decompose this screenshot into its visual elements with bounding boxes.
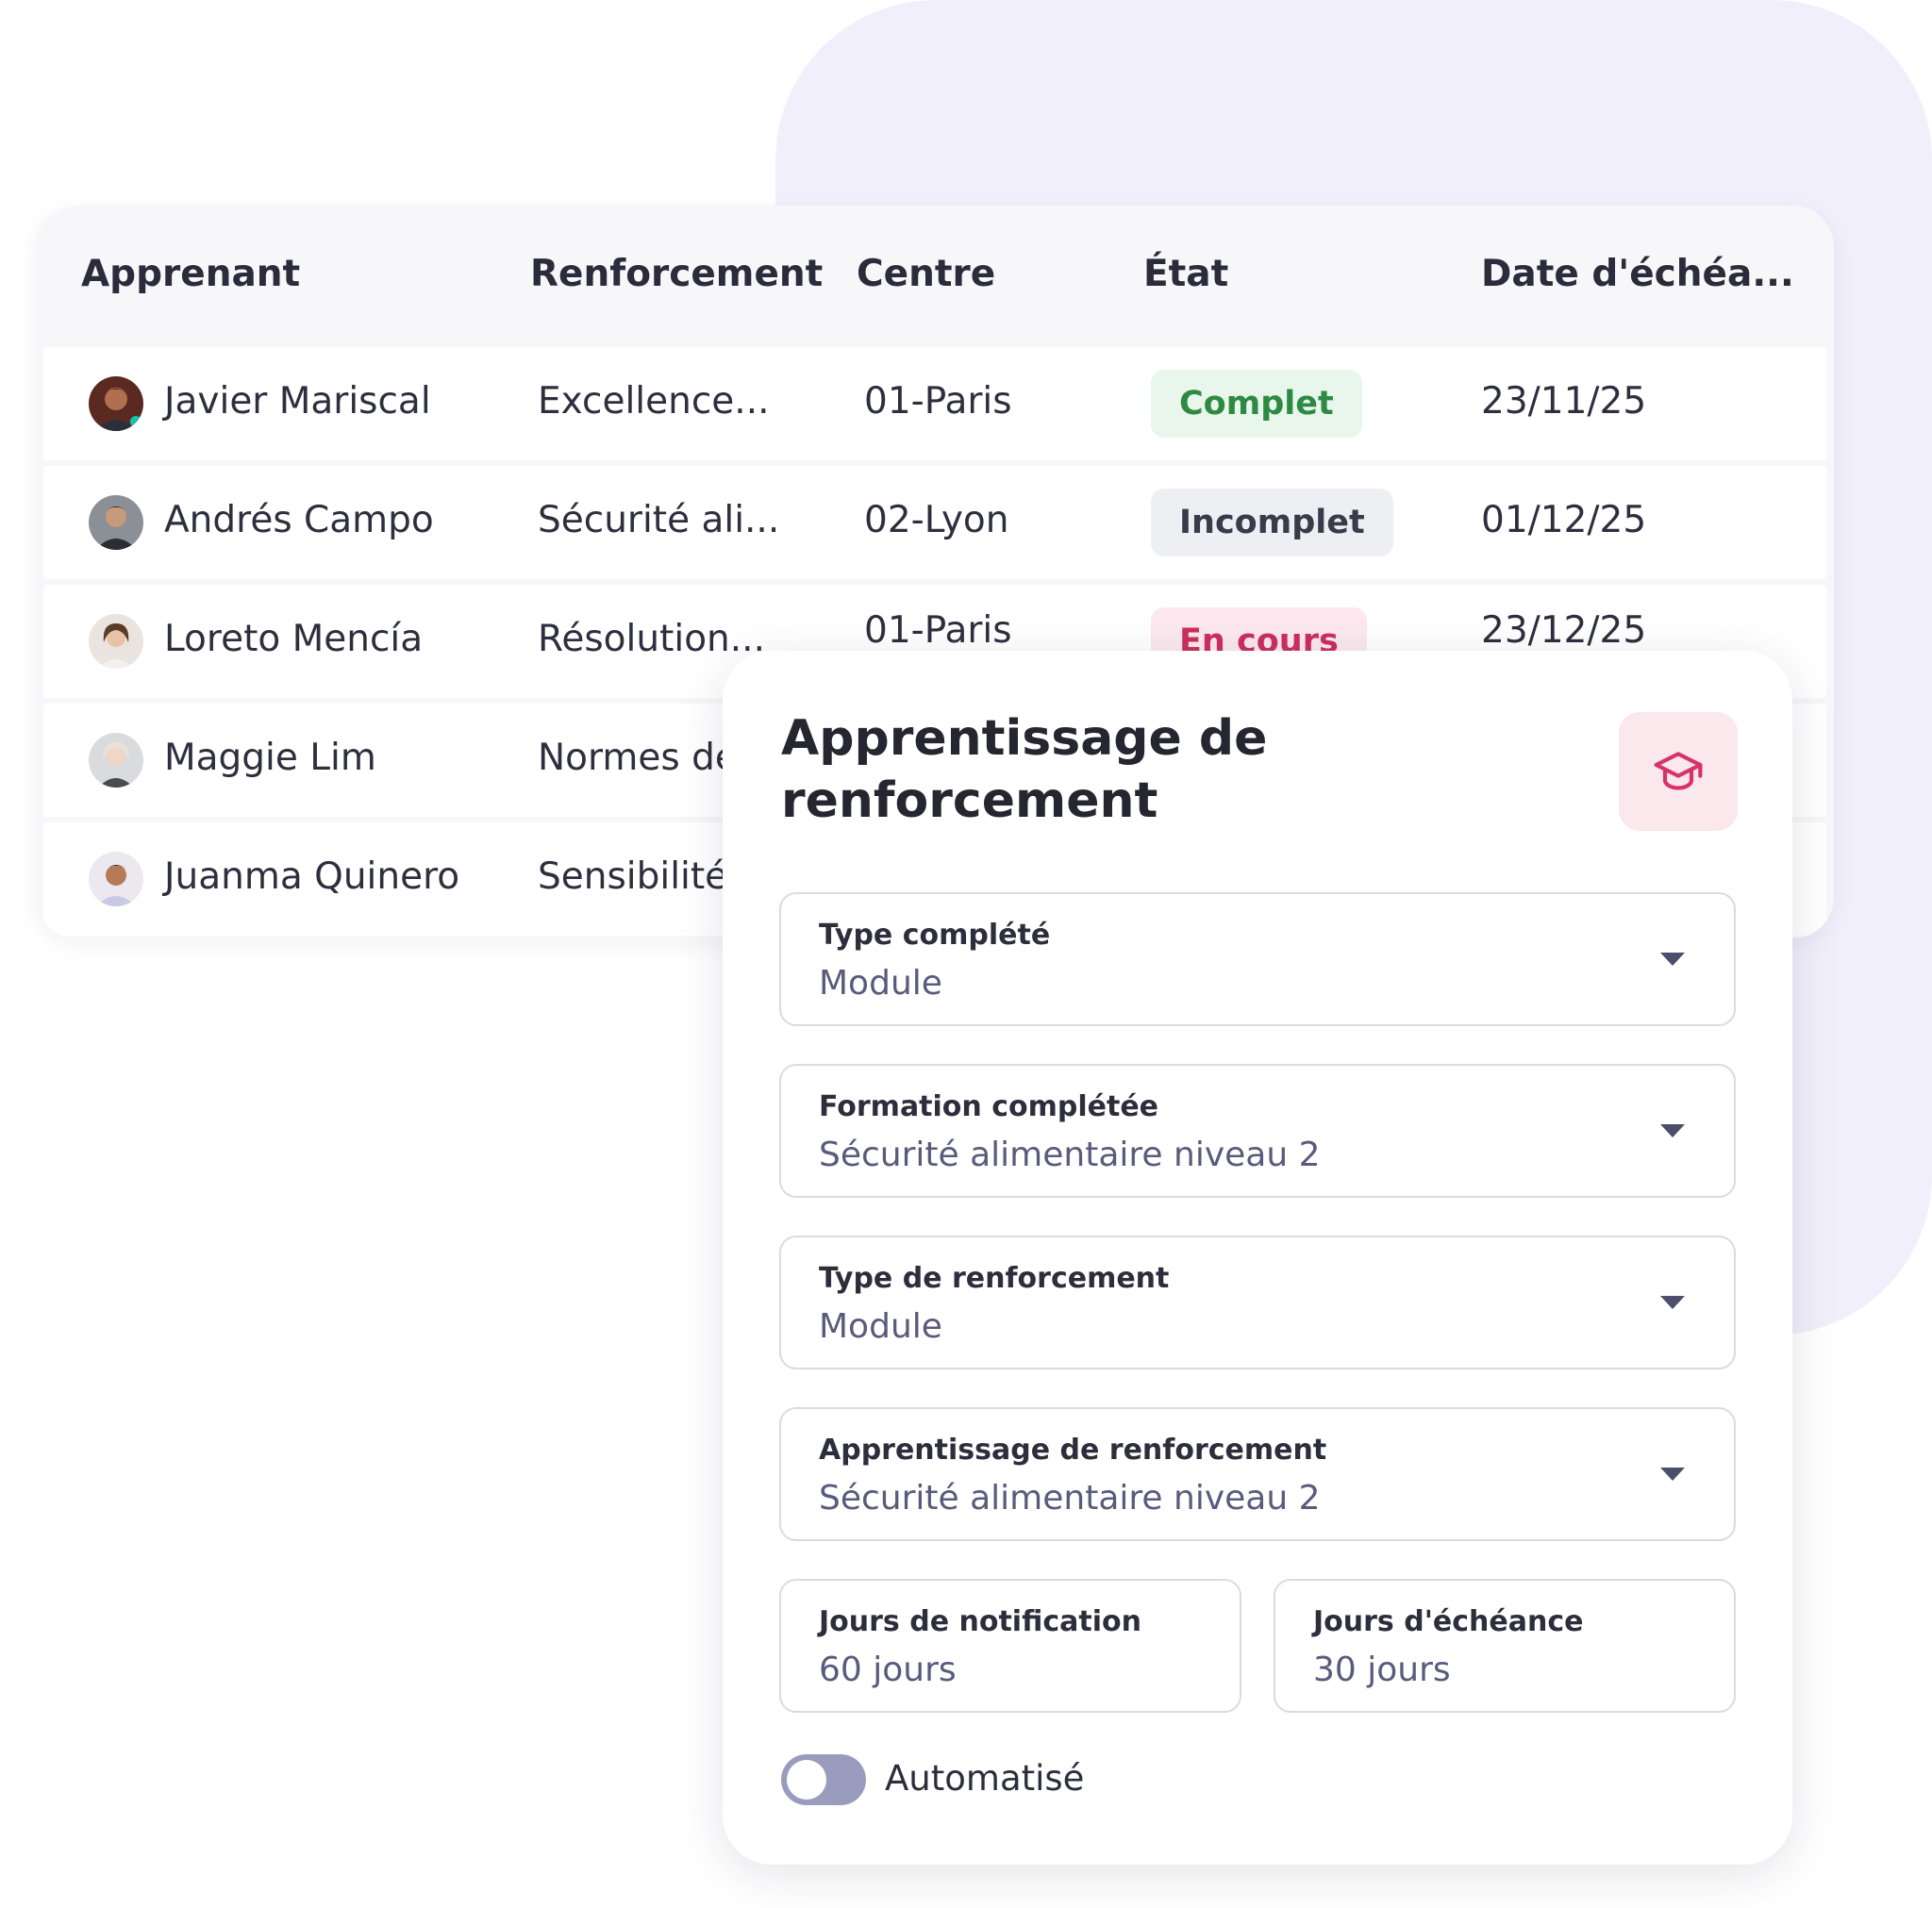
center-name: 01-Paris xyxy=(864,609,1012,652)
center-name: 02-Lyon xyxy=(864,499,1009,541)
due-date: 23/11/25 xyxy=(1481,380,1647,423)
field-value: Sécurité alimentaire niveau 2 xyxy=(819,1479,1321,1518)
chevron-down-icon[interactable] xyxy=(1660,1124,1685,1137)
completed-type-select[interactable]: Type complété Module xyxy=(779,892,1736,1026)
chevron-down-icon[interactable] xyxy=(1660,1468,1685,1481)
avatar xyxy=(89,733,143,788)
field-value: Sécurité alimentaire niveau 2 xyxy=(819,1136,1321,1174)
panel-title: Apprentissage de renforcement xyxy=(781,710,1268,829)
field-value: 60 jours xyxy=(819,1651,957,1689)
avatar xyxy=(89,852,143,906)
table-header: Apprenant Renforcement Centre État Date … xyxy=(36,206,1834,347)
field-label: Formation complétée xyxy=(819,1090,1159,1123)
reinforcement-name: Résolution... xyxy=(538,618,765,660)
column-header-status[interactable]: État xyxy=(1143,253,1228,295)
automated-toggle[interactable] xyxy=(781,1754,866,1805)
center-name: 01-Paris xyxy=(864,380,1012,423)
field-value: Module xyxy=(819,964,942,1003)
avatar xyxy=(89,376,143,431)
column-header-reinforcement[interactable]: Renforcement xyxy=(530,253,823,295)
toggle-knob xyxy=(787,1760,826,1800)
field-label: Jours de notification xyxy=(819,1605,1141,1638)
field-label: Apprentissage de renforcement xyxy=(819,1434,1327,1467)
learner-name: Andrés Campo xyxy=(164,499,434,541)
automated-label: Automatisé xyxy=(885,1758,1085,1799)
reinforcement-type-select[interactable]: Type de renforcement Module xyxy=(779,1236,1736,1369)
reinforcement-panel: Apprentissage de renforcement Type compl… xyxy=(723,651,1792,1865)
chevron-down-icon[interactable] xyxy=(1660,1296,1685,1309)
avatar xyxy=(89,614,143,669)
field-value: Module xyxy=(819,1307,942,1346)
field-label: Type de renforcement xyxy=(819,1262,1170,1295)
learner-name: Juanma Quinero xyxy=(164,855,460,898)
reinforcement-name: Normes de xyxy=(538,737,738,779)
chevron-down-icon[interactable] xyxy=(1660,953,1685,966)
learner-name: Maggie Lim xyxy=(164,737,376,779)
table-row[interactable]: Javier Mariscal Excellence... 01-Paris C… xyxy=(43,347,1826,460)
reinforcement-learning-select[interactable]: Apprentissage de renforcement Sécurité a… xyxy=(779,1407,1736,1541)
field-value: 30 jours xyxy=(1313,1651,1451,1689)
reinforcement-name: Sensibilité xyxy=(538,855,728,898)
reinforcement-name: Sécurité ali... xyxy=(538,499,780,541)
status-badge: Complet xyxy=(1151,370,1362,438)
completed-training-select[interactable]: Formation complétée Sécurité alimentaire… xyxy=(779,1064,1736,1198)
column-header-learner[interactable]: Apprenant xyxy=(81,253,300,295)
table-row[interactable]: Andrés Campo Sécurité ali... 02-Lyon Inc… xyxy=(43,466,1826,579)
due-days-field[interactable]: Jours d'échéance 30 jours xyxy=(1274,1579,1736,1713)
due-date: 23/12/25 xyxy=(1481,609,1647,652)
graduation-cap-icon xyxy=(1619,712,1738,831)
reinforcement-name: Excellence... xyxy=(538,380,770,423)
column-header-due-date[interactable]: Date d'échéa... xyxy=(1481,253,1794,295)
learner-name: Loreto Mencía xyxy=(164,618,424,660)
field-label: Type complété xyxy=(819,919,1051,952)
column-header-center[interactable]: Centre xyxy=(857,253,995,295)
avatar xyxy=(89,495,143,550)
status-badge: Incomplet xyxy=(1151,489,1393,556)
field-label: Jours d'échéance xyxy=(1313,1605,1584,1638)
due-date: 01/12/25 xyxy=(1481,499,1647,541)
notification-days-field[interactable]: Jours de notification 60 jours xyxy=(779,1579,1241,1713)
learner-name: Javier Mariscal xyxy=(164,380,431,423)
